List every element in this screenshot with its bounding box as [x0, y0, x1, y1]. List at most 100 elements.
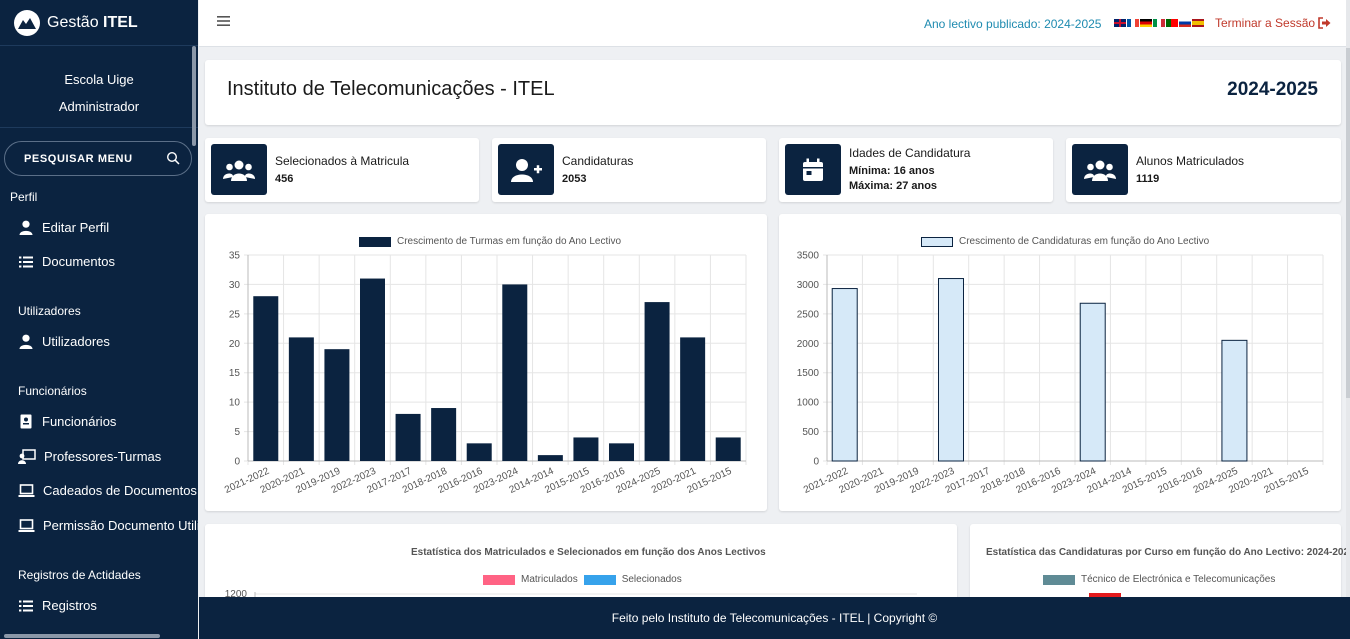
menu-search-label: PESQUISAR MENU [24, 152, 133, 165]
stat-card-candidaturas[interactable]: Candidaturas 2053 [492, 138, 766, 202]
sidebar-item-professores-turmas[interactable]: Professores-Turmas [18, 449, 161, 464]
laptop-icon [18, 483, 35, 497]
sidebar-item-funcionarios[interactable]: Funcionários [18, 414, 116, 429]
sidebar-item-registros[interactable]: Registros [18, 598, 97, 613]
sidebar-item-label: Utilizadores [42, 334, 110, 349]
user-icon [19, 220, 33, 235]
bar [715, 437, 741, 461]
top-navbar: Ano lectivo publicado: 2024-2025 Termina… [199, 0, 1350, 47]
stat-label: Alunos Matriculados [1136, 154, 1245, 168]
sidebar-horizontal-scrollbar[interactable] [4, 634, 160, 638]
bar [360, 278, 385, 461]
footer-text: Feito pelo Instituto de Telecomunicações… [611, 611, 938, 625]
y-tick-label: 3500 [797, 251, 820, 262]
footer: Feito pelo Instituto de Telecomunicações… [199, 597, 1350, 639]
chart-legend[interactable]: Técnico de Electrónica e Telecomunicaçõe… [1043, 574, 1275, 585]
section-title-utilizadores: Utilizadores [18, 304, 81, 318]
logout-label: Terminar a Sessão [1215, 16, 1316, 30]
sidebar-scrollbar[interactable] [192, 46, 196, 146]
stat-card-selecionados[interactable]: Selecionados à Matricula 456 [205, 138, 479, 202]
id-card-icon [20, 414, 32, 429]
bar [253, 296, 279, 461]
y-tick-label: 2500 [797, 309, 820, 320]
sidebar: Gestão ITEL Escola Uige Administrador PE… [0, 0, 198, 639]
legend-swatch [1043, 574, 1075, 585]
legend-label: Técnico de Electrónica e Telecomunicaçõe… [1081, 574, 1276, 585]
y-tick-label: 3000 [797, 280, 820, 291]
portugal-flag-icon[interactable] [1166, 19, 1178, 27]
sidebar-item-label: Registros [42, 598, 97, 613]
bar [680, 337, 706, 461]
bar [395, 413, 421, 461]
laptop-icon [18, 518, 35, 532]
chalkboard-teacher-icon [18, 449, 36, 464]
y-tick-label: 30 [229, 280, 241, 291]
page-header-card: Instituto de Telecomunicações - ITEL 202… [205, 60, 1341, 125]
sidebar-item-documentos[interactable]: Documentos [18, 254, 115, 269]
bar [288, 337, 314, 461]
y-tick-label: 10 [229, 398, 241, 409]
sidebar-item-label: Documentos [42, 254, 115, 269]
france-flag-icon[interactable] [1127, 19, 1139, 27]
user-plus-icon [498, 144, 554, 195]
school-name: Escola Uige [64, 72, 134, 87]
stat-value: 1119 [1136, 173, 1160, 185]
sidebar-item-label: Professores-Turmas [44, 449, 162, 464]
brand[interactable]: Gestão ITEL [0, 0, 198, 46]
bar [573, 437, 599, 461]
itel-logo-icon [14, 9, 40, 36]
page-title: Instituto de Telecomunicações - ITEL [227, 78, 555, 100]
section-title-registros: Registros de Actidades [18, 568, 141, 582]
y-tick-label: 1000 [797, 398, 820, 409]
logout-link[interactable]: Terminar a Sessão [1215, 16, 1331, 30]
stat-min-age: Mínima: 16 anos [849, 165, 935, 177]
germany-flag-icon[interactable] [1140, 19, 1152, 27]
y-tick-label: 0 [813, 457, 819, 468]
user-role: Administrador [58, 99, 140, 114]
menu-search-input[interactable]: PESQUISAR MENU [4, 141, 192, 176]
sidebar-item-permissao-documento[interactable]: Permissão Documento Utiliz [18, 518, 198, 533]
sidebar-item-cadeados-documentos[interactable]: Cadeados de Documentos [18, 483, 197, 498]
list-icon [19, 600, 33, 611]
brand-name: Gestão ITEL [47, 13, 138, 31]
stat-card-matriculados[interactable]: Alunos Matriculados 1119 [1066, 138, 1341, 202]
sidebar-item-label: Funcionários [42, 414, 117, 429]
uk-flag-icon[interactable] [1114, 19, 1126, 27]
y-tick-label: 5 [234, 427, 240, 438]
y-tick-label: 1500 [797, 368, 820, 379]
bar [1079, 302, 1106, 462]
page-year: 2024-2025 [1227, 79, 1318, 100]
bar [431, 408, 457, 461]
y-tick-label: 35 [229, 251, 241, 262]
hamburger-menu-icon[interactable] [217, 15, 230, 27]
users-icon [1072, 144, 1128, 195]
russia-flag-icon[interactable] [1179, 19, 1191, 27]
y-tick-label: 2000 [797, 339, 820, 350]
spain-flag-icon[interactable] [1192, 19, 1204, 27]
calendar-icon [785, 144, 841, 195]
sidebar-item-utilizadores[interactable]: Utilizadores [18, 334, 110, 349]
sidebar-item-label: Permissão Documento Utiliz [43, 518, 198, 533]
search-icon[interactable] [166, 151, 180, 165]
stat-label: Idades de Candidatura [849, 146, 971, 160]
italy-flag-icon[interactable] [1153, 19, 1165, 27]
bar [644, 302, 670, 461]
chart-card-candidaturas: Crescimento de Candidaturas em função do… [779, 214, 1341, 511]
page-scrollbar-thumb[interactable] [1346, 48, 1350, 398]
list-icon [19, 256, 33, 267]
bar [831, 288, 858, 462]
y-tick-label: 500 [802, 427, 819, 438]
bar [609, 443, 634, 461]
published-year-link[interactable]: Ano lectivo publicado: 2024-2025 [924, 17, 1101, 31]
stat-label: Candidaturas [562, 154, 634, 168]
sidebar-item-label: Cadeados de Documentos [43, 483, 197, 498]
y-tick-label: 15 [229, 368, 241, 379]
stat-label: Selecionados à Matricula [275, 154, 410, 168]
bar [1221, 339, 1248, 462]
stat-value: 456 [275, 173, 294, 185]
stat-card-idades[interactable]: Idades de Candidatura Mínima: 16 anos Má… [779, 138, 1053, 202]
y-tick-label: 0 [234, 457, 240, 468]
bar [502, 284, 528, 461]
sign-out-icon [1318, 17, 1331, 29]
sidebar-item-editar-perfil[interactable]: Editar Perfil [18, 220, 109, 235]
